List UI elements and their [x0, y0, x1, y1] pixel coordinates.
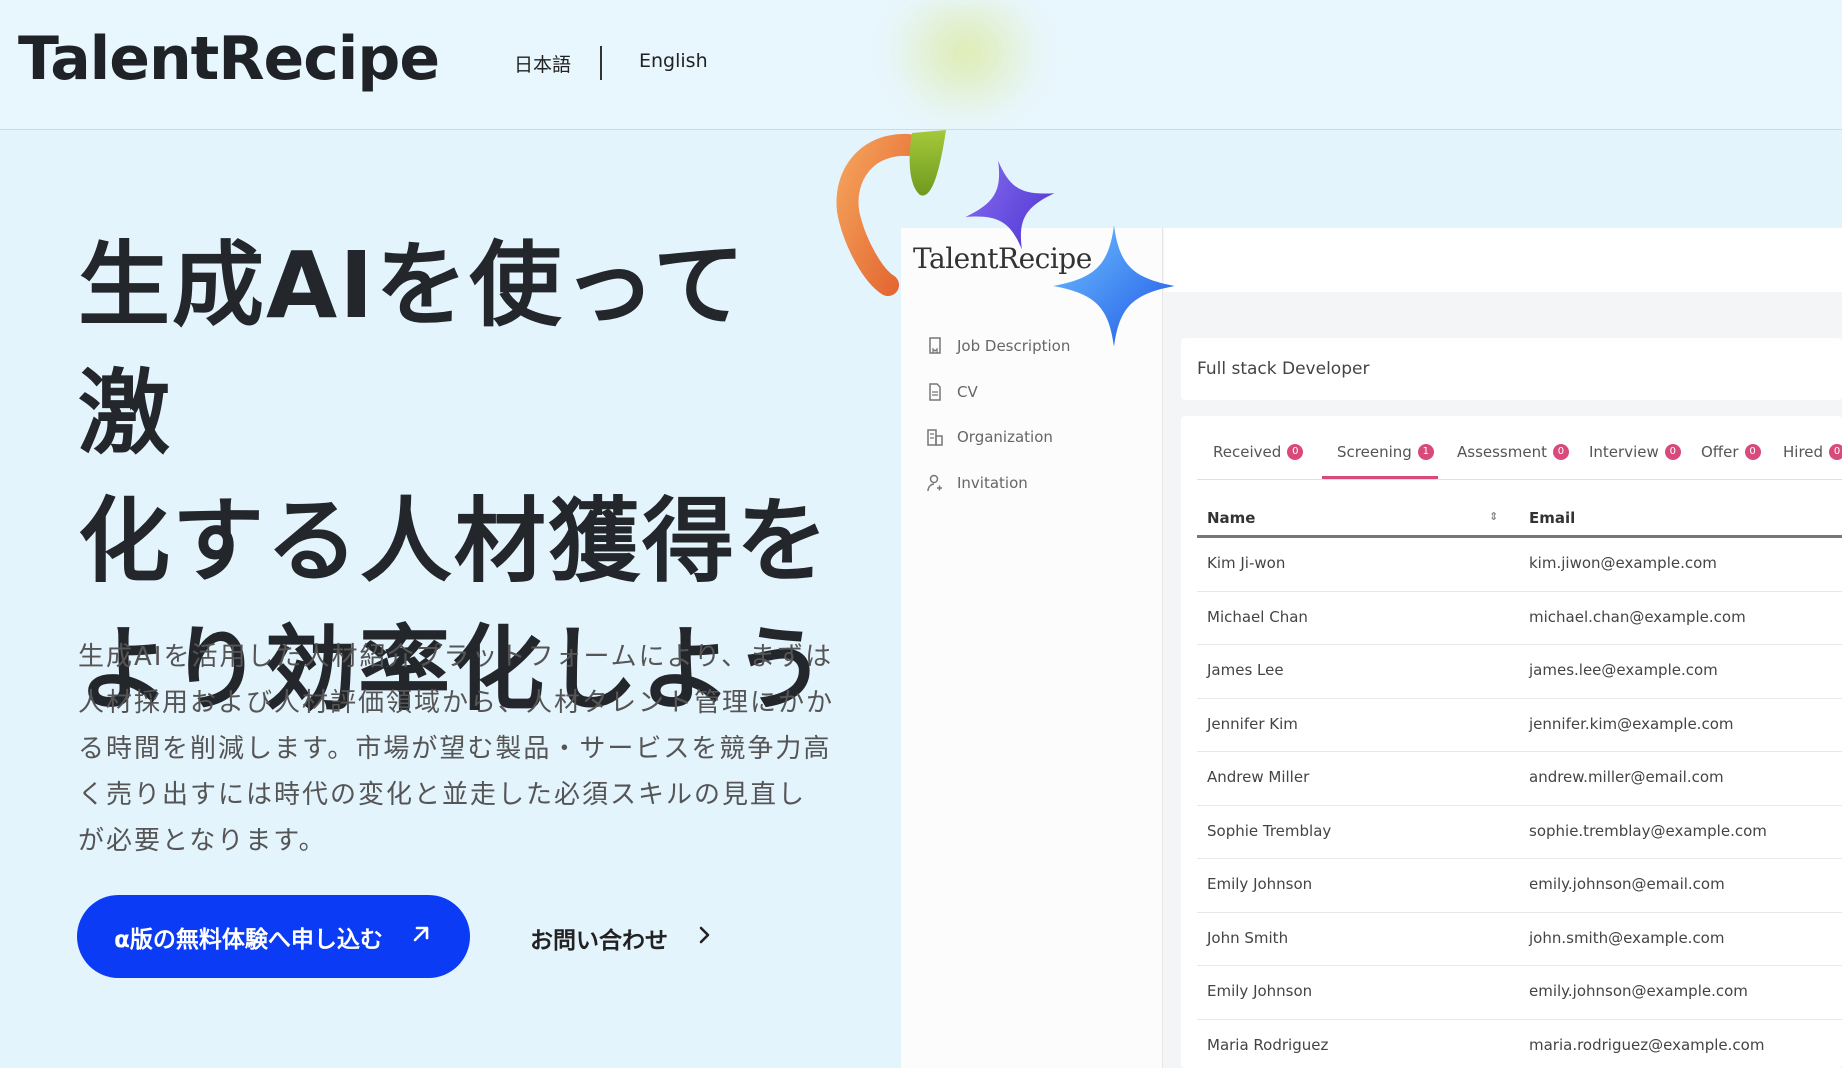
hero-title-line: 生成AIを使って激: [78, 232, 747, 467]
table-row[interactable]: Maria Rodriguez maria.rodriguez@example.c…: [1197, 1020, 1842, 1068]
candidate-name: Emily Johnson: [1207, 875, 1313, 893]
table-header: Name ⇕ Email: [1197, 498, 1842, 538]
candidate-name: Sophie Tremblay: [1207, 821, 1332, 840]
candidate-name: Kim Ji-won: [1207, 554, 1286, 572]
table-row[interactable]: Kim Ji-won kim.jiwon@example.com: [1197, 538, 1842, 592]
user-add-icon: [927, 474, 943, 492]
job-title-card[interactable]: Full stack Developer: [1181, 338, 1842, 400]
app-sidebar: TalentRecipe Job Description CV Organiza…: [901, 228, 1163, 1068]
table-row[interactable]: James Lee james.lee@example.com: [1197, 645, 1842, 699]
candidate-email: emily.johnson@email.com: [1529, 875, 1725, 893]
table-body: Kim Ji-won kim.jiwon@example.com Michael C…: [1197, 538, 1842, 1068]
candidate-email: james.lee@example.com: [1529, 661, 1718, 679]
stage-tabs: Received 0 Screening 1 Assessment 0 Inte…: [1197, 416, 1842, 480]
app-logo: TalentRecipe: [913, 242, 1092, 275]
sidebar-item-cv[interactable]: CV: [927, 378, 978, 406]
app-preview: TalentRecipe Job Description CV Organiza…: [901, 228, 1842, 1068]
candidate-email: maria.rodriguez@example.com: [1529, 1035, 1765, 1054]
tab-count-badge: 0: [1287, 444, 1304, 460]
decorative-blob: [880, 0, 1050, 130]
candidates-card: Received 0 Screening 1 Assessment 0 Inte…: [1181, 416, 1842, 1068]
table-row[interactable]: Jennifer Kim jennifer.kim@example.com: [1197, 699, 1842, 752]
hero-title-line: 化する人材獲得を: [78, 488, 831, 595]
candidate-name: Maria Rodriguez: [1207, 1035, 1329, 1054]
candidate-email: jennifer.kim@example.com: [1529, 714, 1734, 733]
tab-label: Screening: [1337, 443, 1412, 461]
contact-link[interactable]: お問い合わせ: [530, 918, 712, 958]
candidate-name: Andrew Miller: [1207, 768, 1310, 786]
app-topbar: [1164, 228, 1842, 292]
hero-description: 生成AIを活用した人材紹介プラットフォームにより、まずは 人材採用および人材評価…: [78, 634, 848, 864]
arrow-up-right-icon: [409, 922, 433, 952]
table-row[interactable]: Emily Johnson emily.johnson@example.com: [1197, 966, 1842, 1020]
candidate-email: michael.chan@example.com: [1529, 607, 1746, 626]
sidebar-item-label: Invitation: [957, 474, 1028, 492]
sidebar-item-invitation[interactable]: Invitation: [927, 469, 1028, 497]
candidate-email: sophie.tremblay@example.com: [1529, 821, 1767, 840]
table-row[interactable]: Andrew Miller andrew.miller@email.com: [1197, 752, 1842, 806]
candidate-name: Emily Johnson: [1207, 982, 1313, 1000]
candidate-name: John Smith: [1207, 928, 1289, 947]
tab-hired[interactable]: Hired 0: [1783, 440, 1842, 464]
tab-assessment[interactable]: Assessment 0: [1457, 440, 1569, 464]
sidebar-item-job-description[interactable]: Job Description: [927, 332, 1070, 360]
tab-label: Assessment: [1457, 443, 1547, 461]
table-row[interactable]: Emily Johnson emily.johnson@email.com: [1197, 859, 1842, 913]
candidate-name: Jennifer Kim: [1207, 714, 1298, 733]
chevron-right-icon: [698, 925, 712, 951]
tab-count-badge: 0: [1552, 444, 1569, 460]
sidebar-item-label: Job Description: [957, 337, 1071, 355]
candidate-email: john.smith@example.com: [1529, 928, 1725, 947]
column-header-name[interactable]: Name: [1207, 509, 1255, 527]
candidates-table: Name ⇕ Email Kim Ji-won kim.jiwon@example…: [1197, 498, 1842, 1068]
description-line: が必要となります。: [78, 826, 327, 856]
building-icon: [927, 428, 943, 446]
site-header: TalentRecipe 日本語 English: [0, 0, 1842, 130]
tab-screening[interactable]: Screening 1: [1337, 440, 1434, 464]
tab-label: Received: [1213, 443, 1282, 461]
tab-count-badge: 0: [1744, 444, 1761, 460]
document-icon: [927, 337, 943, 355]
candidate-name: James Lee: [1207, 661, 1284, 679]
tab-offer[interactable]: Offer 0: [1701, 440, 1761, 464]
tab-count-badge: 0: [1664, 444, 1681, 460]
table-row[interactable]: John Smith john.smith@example.com: [1197, 913, 1842, 966]
file-icon: [927, 383, 943, 401]
language-english-link[interactable]: English: [639, 50, 708, 72]
tab-label: Interview: [1589, 443, 1659, 461]
language-divider: [600, 46, 602, 80]
free-trial-button[interactable]: α版の無料体験へ申し込む: [77, 895, 470, 978]
sort-icon[interactable]: ⇕: [1489, 510, 1498, 523]
sidebar-item-organization[interactable]: Organization: [927, 423, 1053, 451]
column-header-email[interactable]: Email: [1529, 509, 1575, 527]
table-row[interactable]: Sophie Tremblay sophie.tremblay@example.c…: [1197, 806, 1842, 859]
tab-label: Offer: [1701, 443, 1739, 461]
contact-label: お問い合わせ: [530, 928, 668, 954]
tab-count-badge: 0: [1829, 444, 1842, 460]
candidate-email: emily.johnson@example.com: [1529, 982, 1748, 1000]
site-logo[interactable]: TalentRecipe: [18, 24, 440, 94]
tab-count-badge: 1: [1417, 444, 1434, 460]
tab-label: Hired: [1783, 443, 1824, 461]
description-line: 人材採用および人材評価領域から、人材タレント管理にかか: [78, 688, 835, 718]
language-japanese-link[interactable]: 日本語: [514, 50, 571, 77]
description-line: る時間を削減します。市場が望む製品・サービスを競争力高: [78, 734, 832, 764]
tab-interview[interactable]: Interview 0: [1589, 440, 1681, 464]
active-tab-indicator: [1322, 476, 1438, 479]
job-title: Full stack Developer: [1197, 359, 1370, 379]
sidebar-item-label: CV: [957, 383, 978, 401]
sidebar-item-label: Organization: [957, 428, 1053, 446]
description-line: 生成AIを活用した人材紹介プラットフォームにより、まずは: [78, 642, 834, 672]
candidate-email: andrew.miller@email.com: [1529, 768, 1724, 786]
candidate-email: kim.jiwon@example.com: [1529, 554, 1717, 572]
candidate-name: Michael Chan: [1207, 607, 1308, 626]
description-line: く売り出すには時代の変化と並走した必須スキルの見直し: [78, 780, 807, 810]
free-trial-label: α版の無料体験へ申し込む: [114, 926, 383, 953]
table-row[interactable]: Michael Chan michael.chan@example.com: [1197, 592, 1842, 645]
tab-received[interactable]: Received 0: [1213, 440, 1304, 464]
